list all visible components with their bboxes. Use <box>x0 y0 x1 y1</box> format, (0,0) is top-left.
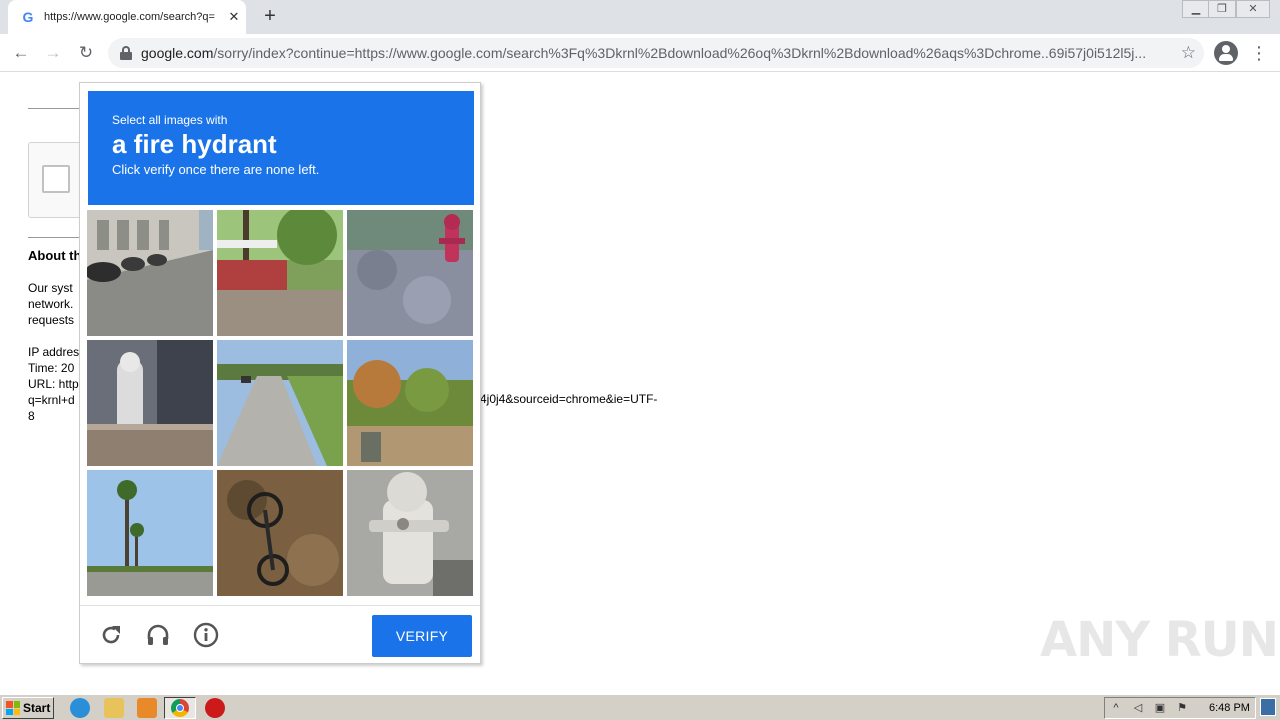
show-desktop-button[interactable] <box>1260 698 1276 716</box>
chrome-icon-center <box>176 704 184 712</box>
para-line: requests <box>28 313 75 327</box>
image-tile-7[interactable] <box>87 470 213 596</box>
image-tile-9[interactable] <box>347 470 473 596</box>
volume-icon[interactable]: ◁ <box>1131 702 1145 715</box>
white-hydrant-image <box>347 470 473 596</box>
reload-button[interactable]: ↻ <box>73 40 99 66</box>
info-line: 8 <box>28 409 35 423</box>
challenge-header: Select all images with a fire hydrant Cl… <box>88 91 474 205</box>
chevron-up-icon[interactable]: ^ <box>1109 702 1123 715</box>
image-tile-1[interactable] <box>87 210 213 336</box>
account-icon[interactable] <box>1214 41 1238 65</box>
para-line: network. <box>28 297 74 311</box>
chrome-taskbar-button[interactable] <box>164 697 196 719</box>
image-tile-4[interactable] <box>87 340 213 466</box>
windows-logo-icon <box>6 701 20 715</box>
challenge-hint: Click verify once there are none left. <box>112 162 320 177</box>
address-bar[interactable]: google.com/sorry/index?continue=https://… <box>108 38 1204 68</box>
headphones-icon[interactable] <box>145 622 171 648</box>
info-line: Time: 20 <box>28 361 75 375</box>
image-tile-2[interactable] <box>217 210 343 336</box>
trees-image <box>347 340 473 466</box>
image-tile-3[interactable] <box>347 210 473 336</box>
start-label: Start <box>23 701 51 715</box>
back-button[interactable]: ← <box>8 40 34 66</box>
challenge-instruction: Select all images with <box>112 113 228 127</box>
tab-strip: G https://www.google.com/search?q= ✕ + ▁… <box>0 0 1280 34</box>
kebab-menu-icon[interactable]: ⋮ <box>1250 40 1268 66</box>
bookmark-star-icon[interactable]: ☆ <box>1181 43 1196 63</box>
info-line: IP addres <box>28 345 80 359</box>
palm-trees-image <box>87 470 213 596</box>
flag-icon[interactable]: ⚑ <box>1175 702 1189 715</box>
image-tile-8[interactable] <box>217 470 343 596</box>
info-icon[interactable] <box>193 622 219 648</box>
url-tail-text: 4j0j4&sourceid=chrome&ie=UTF- <box>480 392 658 406</box>
close-window-button[interactable]: ✕ <box>1236 0 1270 18</box>
recaptcha-challenge: Select all images with a fire hydrant Cl… <box>79 82 481 664</box>
parking-lot-image <box>217 210 343 336</box>
media-player-icon[interactable] <box>137 698 157 718</box>
info-line: q=krnl+d <box>28 393 75 407</box>
url-text: google.com/sorry/index?continue=https://… <box>141 45 1163 61</box>
url-path: /sorry/index?continue=https://www.google… <box>213 45 1147 61</box>
forward-button[interactable]: → <box>40 40 66 66</box>
start-button[interactable]: Start <box>2 697 54 719</box>
lock-icon <box>120 46 132 60</box>
road-image <box>217 340 343 466</box>
image-tile-6[interactable] <box>347 340 473 466</box>
bicycle-image <box>217 470 343 596</box>
minimize-button[interactable]: ▁ <box>1182 0 1210 18</box>
challenge-footer: VERIFY <box>80 605 480 663</box>
url-host: google.com <box>141 45 214 61</box>
taskbar: Start ^ ◁ ▣ ⚑ 6:48 PM <box>0 694 1280 720</box>
browser-toolbar: ← → ↻ google.com/sorry/index?continue=ht… <box>0 34 1280 72</box>
para-line: Our syst <box>28 281 73 295</box>
verify-button[interactable]: VERIFY <box>372 615 472 657</box>
street-buildings-image <box>87 210 213 336</box>
recaptcha-checkbox[interactable] <box>42 165 70 193</box>
reload-challenge-icon[interactable] <box>98 622 124 648</box>
info-line: URL: http <box>28 377 79 391</box>
restore-button[interactable]: ❐ <box>1208 0 1236 18</box>
browser-tab[interactable]: G https://www.google.com/search?q= ✕ <box>8 0 246 34</box>
network-icon[interactable]: ▣ <box>1153 702 1167 715</box>
ie-icon[interactable] <box>70 698 90 718</box>
system-tray: ^ ◁ ▣ ⚑ 6:48 PM <box>1104 697 1256 719</box>
explorer-folder-icon[interactable] <box>104 698 124 718</box>
security-app-icon[interactable] <box>205 698 225 718</box>
google-favicon-icon: G <box>22 9 34 25</box>
new-tab-button[interactable]: + <box>258 4 282 28</box>
balcony-figure-image <box>87 340 213 466</box>
tab-title: https://www.google.com/search?q= <box>44 11 215 23</box>
challenge-target: a fire hydrant <box>112 129 277 159</box>
hydrant-gravel-image <box>347 210 473 336</box>
about-heading: About th <box>28 248 82 263</box>
clock: 6:48 PM <box>1209 702 1250 714</box>
watermark-logo: ANY RUN <box>1040 612 1279 668</box>
image-tile-5[interactable] <box>217 340 343 466</box>
close-tab-icon[interactable]: ✕ <box>226 9 242 25</box>
